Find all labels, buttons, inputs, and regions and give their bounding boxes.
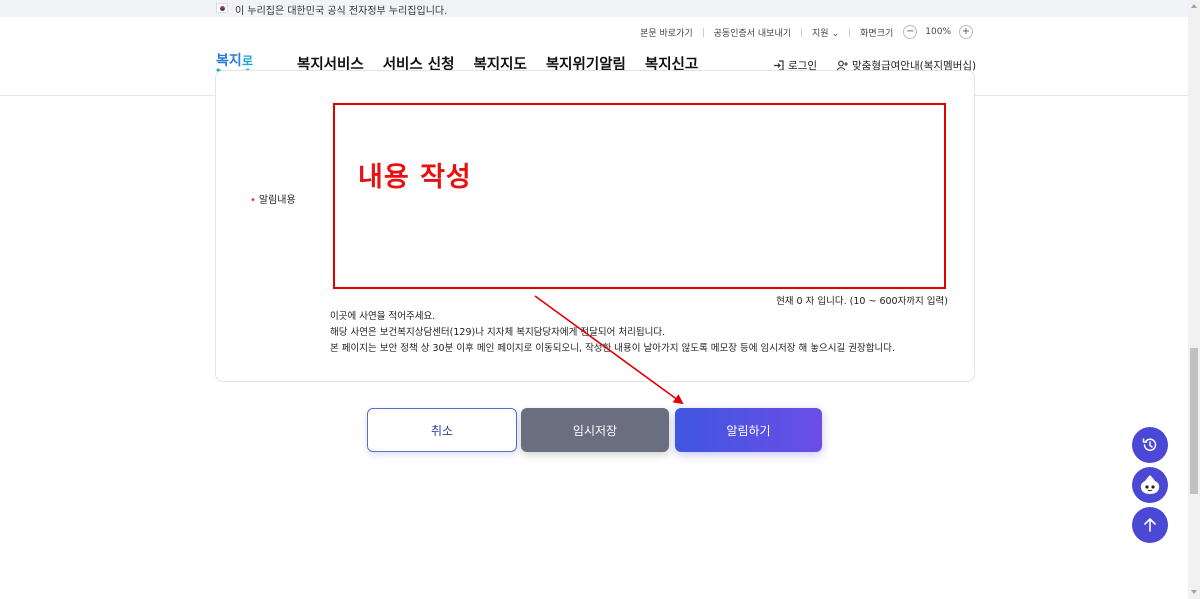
- cancel-button[interactable]: 취소: [367, 408, 517, 452]
- recent-history-button[interactable]: [1132, 427, 1168, 463]
- submit-button[interactable]: 알림하기: [675, 408, 822, 452]
- guide-note: 해당 사연은 보건복지상담센터(129)나 지자체 복지담당자에게 전달되어 처…: [330, 327, 666, 338]
- guide-notes: 이곳에 사연을 적어주세요. 해당 사연은 보건복지상담센터(129)나 지자체…: [330, 309, 895, 357]
- scrollbar-thumb[interactable]: [1190, 348, 1198, 494]
- zoom-in-button[interactable]: +: [959, 25, 973, 39]
- korea-flag-icon: [216, 3, 228, 13]
- guide-note: 본 페이지는 보안 정책 상 30분 이후 메인 페이지로 이동되오니, 작성한…: [330, 343, 895, 354]
- svg-text:복지: 복지: [216, 53, 242, 69]
- zoom-out-button[interactable]: −: [903, 25, 918, 39]
- page-scrollbar[interactable]: [1188, 0, 1200, 599]
- zoom-value: 100%: [925, 27, 951, 37]
- guide-note: 이곳에 사연을 적어주세요.: [330, 311, 436, 322]
- support-label: 지원: [812, 28, 829, 39]
- scroll-top-button[interactable]: [1132, 507, 1168, 543]
- field-label-text: 알림내용: [258, 195, 296, 206]
- skip-to-content-link[interactable]: 본문 바로가기: [640, 26, 693, 39]
- scroll-up-icon[interactable]: [1191, 4, 1197, 8]
- annotation-write-content: 내용 작성: [358, 162, 472, 193]
- cert-export-link[interactable]: 공동인증서 내보내기: [714, 26, 791, 39]
- chevron-down-icon: ⌄: [831, 28, 840, 39]
- utility-menu: 본문 바로가기 공동인증서 내보내기 지원 ⌄ 화면크기 − 100% +: [630, 25, 973, 39]
- gov-banner-text: 이 누리집은 대한민국 공식 전자정부 누리집입니다.: [235, 6, 448, 17]
- divider: [849, 27, 851, 37]
- char-counter: 현재 0 자 입니다. (10 ~ 600자까지 입력): [776, 296, 948, 307]
- field-label: • 알림내용: [250, 191, 296, 206]
- history-icon: [1142, 438, 1157, 451]
- temp-save-button[interactable]: 임시저장: [521, 408, 669, 452]
- arrow-up-icon: [1144, 518, 1156, 532]
- gov-banner: 이 누리집은 대한민국 공식 전자정부 누리집입니다.: [0, 0, 1188, 17]
- chatbot-button[interactable]: [1132, 467, 1168, 503]
- divider: [702, 27, 704, 37]
- svg-text:로: 로: [242, 54, 253, 68]
- screen-size-label: 화면크기: [860, 28, 894, 39]
- content-textarea-wrapper: [333, 103, 946, 289]
- content-textarea[interactable]: [335, 105, 944, 287]
- chatbot-icon: [1140, 475, 1160, 494]
- support-dropdown[interactable]: 지원 ⌄: [812, 26, 839, 39]
- divider: [801, 27, 803, 37]
- scroll-down-icon[interactable]: [1191, 590, 1197, 594]
- required-mark: •: [250, 195, 256, 206]
